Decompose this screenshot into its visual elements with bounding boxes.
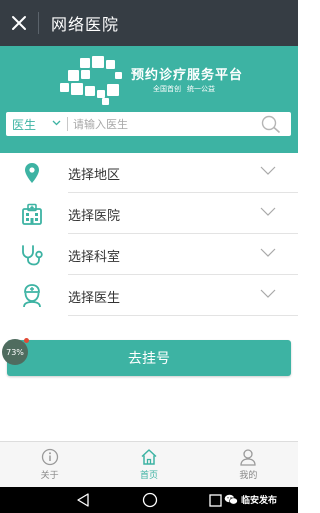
user-icon bbox=[240, 449, 256, 466]
title-bar: 网络医院 bbox=[0, 0, 298, 46]
tab-home[interactable]: 首页 bbox=[99, 442, 198, 487]
tab-label: 关于 bbox=[40, 471, 59, 481]
selector-label: 选择医院 bbox=[68, 209, 121, 224]
close-icon bbox=[12, 16, 26, 30]
home-circle-icon[interactable] bbox=[142, 492, 158, 508]
progress-badge[interactable]: 73% bbox=[2, 339, 28, 365]
tab-about[interactable]: 关于 bbox=[0, 442, 99, 487]
banner: 预约诊疗服务平台 全国首创 统一公益 bbox=[0, 46, 298, 153]
banner-sub-left: 全国首创 bbox=[153, 85, 181, 93]
search-separator bbox=[67, 117, 69, 131]
close-button[interactable] bbox=[0, 0, 38, 46]
search-input[interactable] bbox=[73, 117, 254, 131]
chevron-down-icon bbox=[260, 248, 276, 257]
chevron-down-icon bbox=[260, 207, 276, 216]
chevron-down-icon bbox=[260, 289, 276, 298]
selector-department[interactable]: 选择科室 bbox=[0, 234, 298, 275]
recent-apps-icon[interactable] bbox=[209, 494, 222, 507]
system-nav-bar: 临安发布 bbox=[0, 487, 298, 513]
chevron-down-icon[interactable] bbox=[52, 120, 61, 126]
selector-label: 选择医生 bbox=[68, 291, 121, 306]
selector-label: 选择科室 bbox=[68, 250, 121, 265]
banner-subslogan: 全国首创 统一公益 bbox=[153, 84, 215, 94]
page-title: 网络医院 bbox=[51, 15, 120, 34]
selector-label: 选择地区 bbox=[68, 168, 121, 183]
wechat-icon bbox=[224, 494, 238, 505]
selector-list: 选择地区 选择医院 选择科室 选择医生 bbox=[0, 152, 298, 316]
home-icon bbox=[141, 449, 157, 465]
banner-slogan: 预约诊疗服务平台 bbox=[131, 68, 244, 83]
location-pin-icon bbox=[20, 161, 44, 185]
tab-profile[interactable]: 我的 bbox=[199, 442, 298, 487]
watermark: 临安发布 bbox=[224, 493, 277, 506]
stethoscope-icon bbox=[20, 243, 44, 267]
search-icon[interactable] bbox=[261, 115, 281, 133]
banner-sub-right: 统一公益 bbox=[187, 85, 215, 93]
info-icon bbox=[41, 448, 58, 466]
tab-label: 我的 bbox=[239, 471, 258, 481]
selector-doctor[interactable]: 选择医生 bbox=[0, 275, 298, 316]
title-divider bbox=[38, 12, 39, 34]
selector-region[interactable]: 选择地区 bbox=[0, 152, 298, 193]
back-icon[interactable] bbox=[76, 493, 90, 507]
register-button[interactable]: 去挂号 bbox=[7, 340, 291, 376]
chevron-down-icon bbox=[260, 166, 276, 175]
doctor-icon bbox=[20, 284, 44, 308]
notification-dot bbox=[24, 338, 29, 343]
bottom-tab-bar: 关于 首页 我的 bbox=[0, 441, 298, 487]
search-bar: 医生 bbox=[6, 112, 291, 136]
hospital-icon bbox=[20, 202, 44, 226]
search-type-label[interactable]: 医生 bbox=[12, 116, 36, 133]
row-divider bbox=[68, 315, 298, 316]
tab-label: 首页 bbox=[139, 471, 158, 481]
selector-hospital[interactable]: 选择医院 bbox=[0, 193, 298, 234]
platform-logo bbox=[60, 56, 122, 105]
watermark-text: 临安发布 bbox=[241, 496, 278, 506]
